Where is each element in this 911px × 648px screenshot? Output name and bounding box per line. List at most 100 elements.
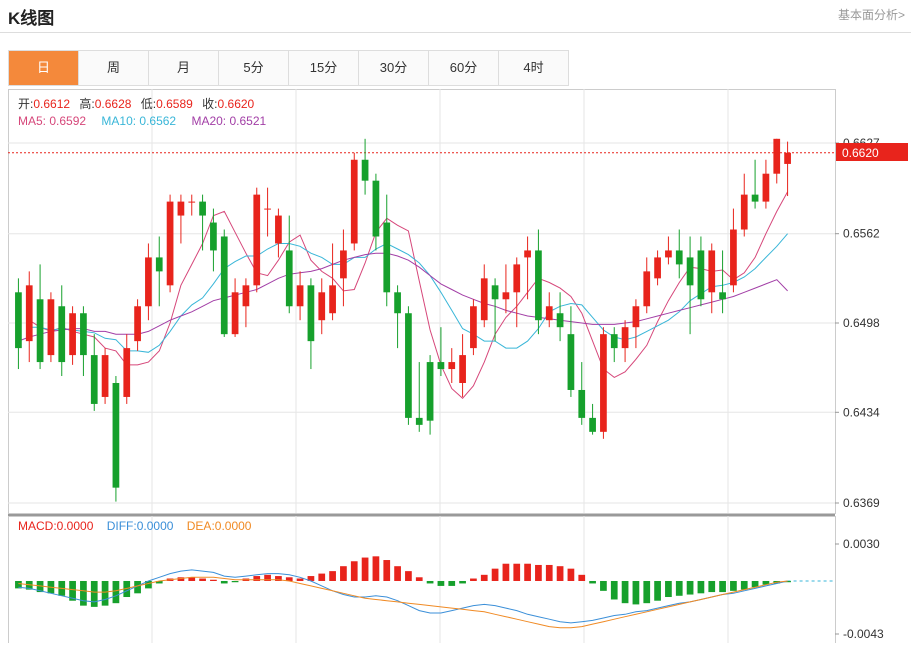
tab-5min[interactable]: 5分 [219,51,289,85]
candle-down [535,250,542,321]
y-tick-label: 0.6434 [843,405,880,419]
candle-down [697,250,705,300]
candle-up [253,194,261,286]
macd-bar-positive [350,561,358,581]
macd-bar-positive [329,571,336,581]
ma5-value: 0.6592 [49,114,86,128]
macd-bar-positive [545,564,553,581]
candle-up [654,257,661,279]
open-label: 开: [18,97,33,111]
ma5-label: MA5: [18,114,49,128]
macd-bar-negative [665,580,672,598]
macd-bar-positive [415,577,423,581]
candle-up [600,334,607,432]
macd-bar-negative [101,580,109,606]
candle-down [405,313,412,418]
macd-bar-negative [740,580,748,590]
macd-label: MACD: [18,519,57,533]
y-tick-label: 0.6498 [843,316,880,330]
candle-up [166,201,174,286]
ma20-value: 0.6521 [229,114,266,128]
candle-down [112,383,120,488]
fundamental-analysis-link[interactable]: 基本面分析> [838,6,905,23]
macd-bar-positive [394,566,401,581]
macd-bar-positive [296,578,304,581]
low-value: 0.6589 [156,97,193,111]
diff-label: DIFF: [107,519,137,533]
macd-bar-negative [459,580,466,584]
macd-bar-negative [231,580,239,583]
candle-down [36,299,44,363]
macd-bar-negative [220,580,228,584]
candle-down [155,257,163,272]
open-value: 0.6612 [33,97,70,111]
high-value: 0.6628 [95,97,132,111]
candle-up [350,159,358,244]
header-divider [0,32,911,33]
y-tick-label: 0.6369 [843,496,880,510]
tab-60min[interactable]: 60分 [429,51,499,85]
macd-bar-negative [643,580,651,604]
candle-down [220,236,228,335]
candle-up [459,355,466,383]
macd-bar-positive [340,566,347,581]
candle-down [372,180,380,237]
macd-bar-negative [621,580,629,604]
candle-up [740,194,748,230]
candle-down [80,313,87,356]
candle-up [643,271,651,307]
macd-bar-positive [535,564,542,581]
macd-bar-negative [90,580,98,607]
macd-bar-negative [437,580,445,586]
candle-up [25,285,33,342]
candle-down [415,417,423,425]
low-label: 低: [141,97,156,111]
macd-bar-positive [556,566,564,581]
macd-bar-positive [470,578,477,581]
candle-up [730,229,737,286]
macd-bar-positive [383,560,391,581]
tab-week[interactable]: 周 [79,51,149,85]
tab-15min[interactable]: 15分 [289,51,359,85]
tab-day[interactable]: 日 [9,51,79,85]
macd-bar-negative [610,580,618,600]
macd-bar-positive [361,557,369,581]
candle-down [578,389,586,418]
candle-up [264,208,271,210]
candle-up [502,292,510,300]
macd-bar-negative [719,580,726,593]
kline-chart[interactable]: 0.66270.65620.64980.64340.63690.0030-0.0… [8,86,908,644]
macd-bar-positive [405,571,412,581]
macd-bar-negative [675,580,683,596]
macd-bar-negative [654,580,661,601]
macd-bar-negative [112,580,120,604]
macd-bar-negative [80,580,87,606]
tab-4hour[interactable]: 4时 [499,51,568,85]
candle-down [426,362,434,421]
candle-down [675,250,683,265]
tab-month[interactable]: 月 [149,51,219,85]
macd-info: MACD:0.0000 DIFF:0.0000 DEA:0.0000 [18,519,252,533]
macd-bar-positive [318,573,326,581]
kline-svg: 0.66270.65620.64980.64340.63690.0030-0.0… [8,86,908,644]
ma-info: MA5: 0.6592 MA10: 0.6562 MA20: 0.6521 [18,114,266,128]
period-tabs: 日 周 月 5分 15分 30分 60分 4时 [8,50,569,86]
macd-bar-negative [730,580,737,591]
candle-down [751,194,759,202]
macd-bar-negative [426,580,434,584]
candle-up [545,306,553,321]
ma10-value: 0.6562 [139,114,176,128]
macd-bar-positive [372,556,380,581]
candle-up [784,152,791,164]
candle-up [145,257,152,307]
macd-bar-negative [697,580,705,594]
tab-30min[interactable]: 30分 [359,51,429,85]
macd-bar-negative [632,580,640,605]
candle-up [275,215,282,244]
candle-down [719,292,726,300]
page-title: K线图 [8,9,55,28]
candle-down [437,362,445,370]
y-tick-label: 0.6562 [843,227,880,241]
candle-up [762,173,770,202]
macd-bar-positive [210,579,217,581]
